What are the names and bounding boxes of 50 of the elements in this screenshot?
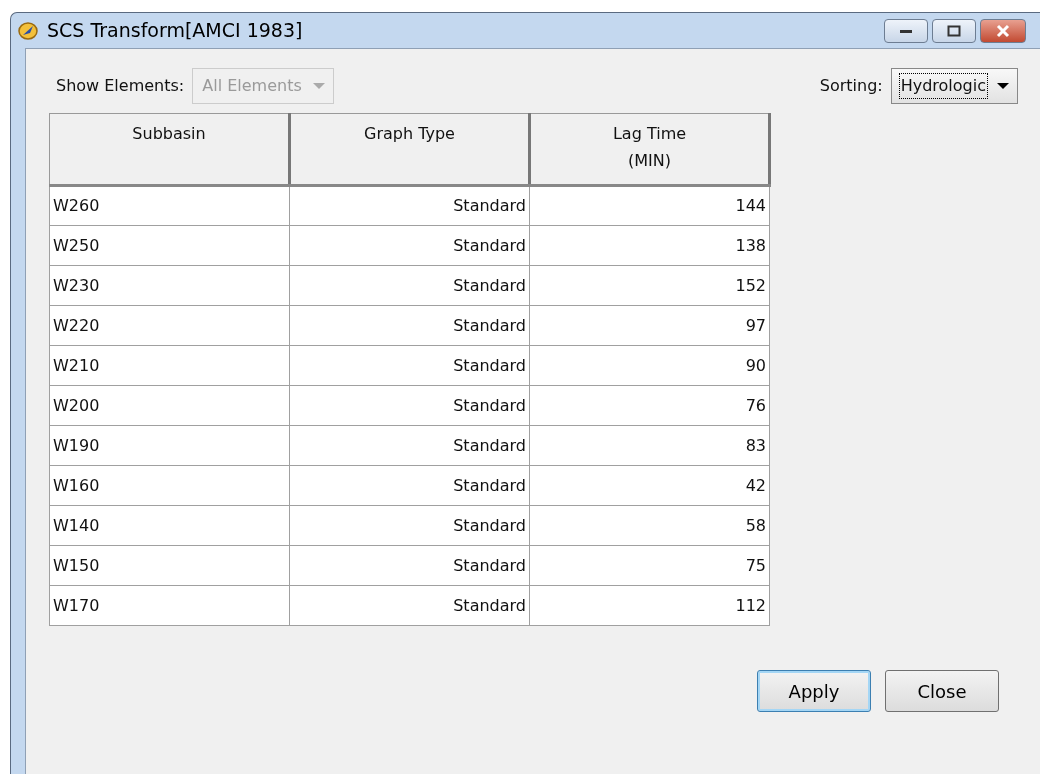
table-cell: Standard: [289, 305, 530, 346]
table-cell: 90: [529, 345, 770, 386]
column-header[interactable]: Graph Type: [289, 113, 530, 186]
filter-label: Show Elements:: [56, 75, 185, 97]
maximize-button[interactable]: [932, 18, 976, 43]
table-cell: 138: [529, 225, 770, 266]
table-cell: 75: [529, 545, 770, 586]
table-cell: 42: [529, 465, 770, 506]
table-cell: Standard: [289, 465, 530, 506]
close-icon: [995, 23, 1011, 38]
table-cell: W260: [49, 185, 290, 226]
table-cell: W190: [49, 425, 290, 466]
caret-icon: [997, 82, 1009, 90]
column-header[interactable]: Lag Time (MIN): [529, 113, 770, 186]
table-cell: 83: [529, 425, 770, 466]
table-cell: 144: [529, 185, 770, 226]
maximize-icon: [947, 24, 961, 37]
dialog-button[interactable]: Apply: [757, 670, 871, 712]
table-cell: Standard: [289, 585, 530, 626]
table-cell: Standard: [289, 265, 530, 306]
table-cell: W230: [49, 265, 290, 306]
table-cell: W160: [49, 465, 290, 506]
table-cell: 58: [529, 505, 770, 546]
dropdown[interactable]: Hydrologic: [890, 68, 1018, 104]
table-cell: Standard: [289, 385, 530, 426]
app-icon: [17, 20, 39, 41]
table-cell: W170: [49, 585, 290, 626]
table-cell: Standard: [289, 225, 530, 266]
table-cell: W220: [49, 305, 290, 346]
dialog-button[interactable]: Close: [885, 670, 999, 712]
column-header[interactable]: Subbasin: [49, 113, 290, 186]
table-cell: Standard: [289, 425, 530, 466]
table-cell: 112: [529, 585, 770, 626]
table-cell: W150: [49, 545, 290, 586]
table-cell: Standard: [289, 185, 530, 226]
table-cell: 76: [529, 385, 770, 426]
table-cell: W200: [49, 385, 290, 426]
table-cell: 97: [529, 305, 770, 346]
table-cell: 152: [529, 265, 770, 306]
minimize-button[interactable]: [884, 18, 928, 43]
table-cell: W250: [49, 225, 290, 266]
table-cell: W210: [49, 345, 290, 386]
table-cell: Standard: [289, 545, 530, 586]
table-cell: Standard: [289, 505, 530, 546]
window-title: SCS Transform[AMCI 1983]: [47, 18, 303, 44]
table-cell: Standard: [289, 345, 530, 386]
close-button[interactable]: [980, 18, 1026, 43]
table-cell: W140: [49, 505, 290, 546]
filter-label: Sorting:: [819, 75, 883, 97]
caret-icon: [312, 82, 325, 90]
